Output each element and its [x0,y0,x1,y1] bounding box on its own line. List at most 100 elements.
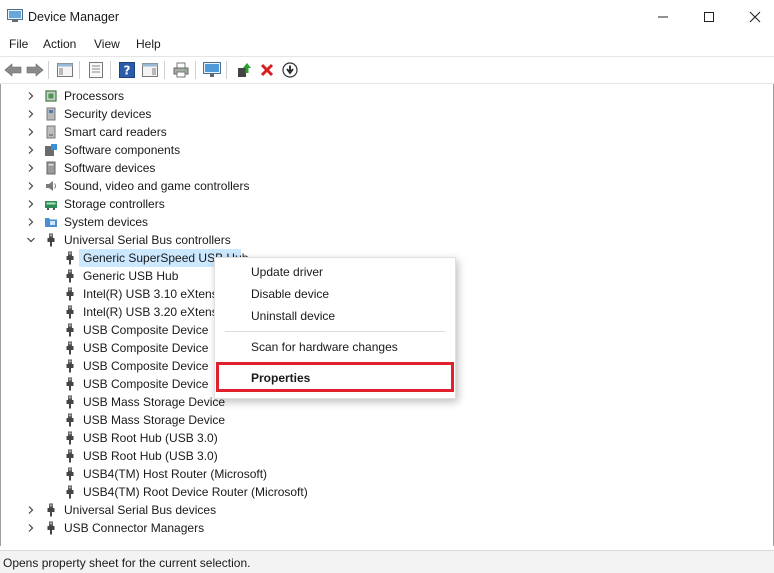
back-button[interactable] [3,60,23,80]
back-arrow-icon [4,63,22,77]
tree-device-label[interactable]: USB Composite Device [83,323,208,337]
tree-device-label[interactable]: Generic USB Hub [83,269,178,283]
menu-help[interactable]: Help [136,37,161,51]
maximize-button[interactable] [686,0,732,34]
disable-button[interactable] [280,60,300,80]
forward-arrow-icon [26,63,44,77]
software-component-icon [45,144,57,156]
properties-button[interactable] [86,60,106,80]
tree-device-label[interactable]: USB Root Hub (USB 3.0) [83,431,218,445]
update-driver-button[interactable] [234,60,254,80]
toolbar-separator [226,61,227,79]
close-button[interactable] [732,0,774,34]
status-bar: Opens property sheet for the current sel… [0,550,774,573]
scan-hardware-button[interactable] [202,60,222,80]
action-pane-button[interactable] [140,60,160,80]
ctx-update-driver[interactable]: Update driver [251,265,323,279]
tree-device-label[interactable]: Intel(R) USB 3.10 eXtensib [83,287,227,301]
chevron-right-icon[interactable] [26,181,36,191]
maximize-icon [704,12,714,22]
scan-hardware-icon [203,62,221,77]
tree-device-label[interactable]: USB Composite Device [83,341,208,355]
help-button[interactable]: ? [117,60,137,80]
usb-plug-icon [66,449,74,463]
show-hide-tree-icon [57,63,73,77]
software-device-icon [46,161,56,175]
show-hide-tree-button[interactable] [55,60,75,80]
update-driver-icon [238,63,251,77]
tree-category-label[interactable]: USB Connector Managers [64,521,204,535]
tree-category-label[interactable]: Processors [64,89,124,103]
tree-device-label[interactable]: USB Root Hub (USB 3.0) [83,449,218,463]
toolbar: ? [0,56,774,84]
chevron-right-icon[interactable] [26,163,36,173]
chevron-right-icon[interactable] [26,505,36,515]
menu-bar: File Action View Help [0,34,774,54]
tree-device-label[interactable]: USB Composite Device [83,377,208,391]
system-folder-icon [45,218,57,227]
chevron-right-icon[interactable] [26,109,36,119]
svg-text:?: ? [124,64,131,78]
smartcard-icon [46,125,56,139]
tree-category-label[interactable]: Smart card readers [64,125,167,139]
ctx-disable-device[interactable]: Disable device [251,287,329,301]
tree-category-label[interactable]: Storage controllers [64,197,165,211]
tree-category-label[interactable]: System devices [64,215,148,229]
tree-category-label[interactable]: Sound, video and game controllers [64,179,249,193]
usb-plug-icon [47,503,55,517]
tree-device-label[interactable]: USB Mass Storage Device [83,413,225,427]
window-title: Device Manager [28,10,120,24]
tree-category-label[interactable]: Software components [64,143,180,157]
storage-icon [45,201,57,210]
tree-category-label[interactable]: Security devices [64,107,151,121]
menu-view[interactable]: View [94,37,120,51]
usb-plug-icon [66,377,74,391]
chevron-right-icon[interactable] [26,145,36,155]
tree-category-label[interactable]: Universal Serial Bus devices [64,503,216,517]
uninstall-icon [260,63,274,77]
tree-category-label[interactable]: Software devices [64,161,155,175]
tree-device-label[interactable]: USB Composite Device [83,359,208,373]
title-bar: Device Manager [0,0,774,34]
chevron-right-icon[interactable] [26,199,36,209]
usb-plug-icon [47,233,55,247]
usb-plug-icon [66,413,74,427]
help-icon: ? [119,62,135,78]
properties-icon [89,62,103,78]
security-icon [46,107,56,121]
chevron-right-icon[interactable] [26,91,36,101]
usb-plug-icon [66,323,74,337]
minimize-icon [658,16,668,18]
usb-plug-icon [47,521,55,535]
disable-icon [282,62,298,78]
menu-action[interactable]: Action [43,37,76,51]
tree-category-label[interactable]: Universal Serial Bus controllers [64,233,231,247]
toolbar-separator [110,61,111,79]
usb-plug-icon [66,251,74,265]
tree-device-label[interactable]: Intel(R) USB 3.20 eXtensib [83,305,227,319]
speaker-icon [46,181,56,191]
ctx-uninstall-device[interactable]: Uninstall device [251,309,335,323]
chevron-right-icon[interactable] [26,217,36,227]
print-icon [173,62,189,78]
ctx-scan-hardware[interactable]: Scan for hardware changes [251,340,398,354]
chevron-right-icon[interactable] [26,523,36,533]
chevron-right-icon[interactable] [26,127,36,137]
uninstall-button[interactable] [257,60,277,80]
usb-plug-icon [66,341,74,355]
close-icon [749,11,761,23]
tree-device-label[interactable]: USB4(TM) Host Router (Microsoft) [83,467,267,481]
print-button[interactable] [171,60,191,80]
minimize-button[interactable] [640,0,686,34]
chevron-down-icon[interactable] [26,235,36,245]
tree-device-label[interactable]: USB Mass Storage Device [83,395,225,409]
usb-plug-icon [66,395,74,409]
tree-device-label[interactable]: USB4(TM) Root Device Router (Microsoft) [83,485,308,499]
usb-plug-icon [66,269,74,283]
usb-plug-icon [66,431,74,445]
toolbar-separator [48,61,49,79]
usb-plug-icon [66,359,74,373]
menu-file[interactable]: File [9,37,28,51]
forward-button[interactable] [25,60,45,80]
properties-highlight-box [216,362,454,392]
